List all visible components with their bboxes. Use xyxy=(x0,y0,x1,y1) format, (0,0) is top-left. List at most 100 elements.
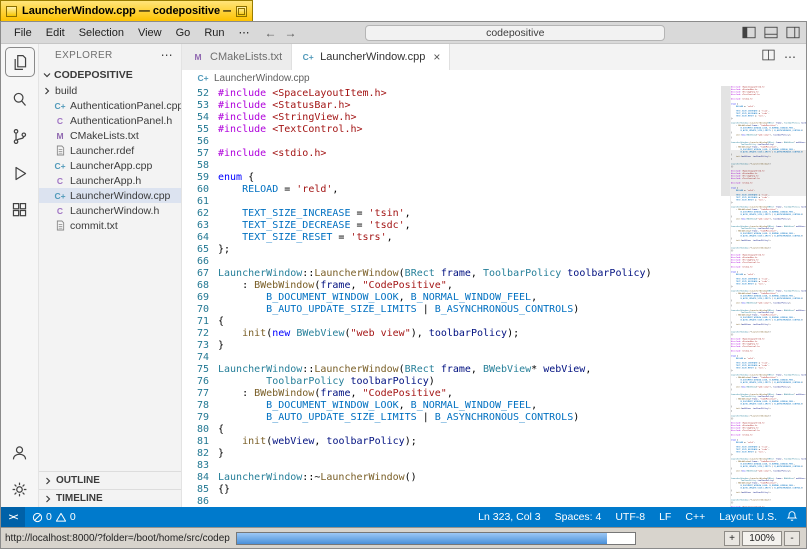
close-tab-icon[interactable]: × xyxy=(433,50,440,64)
file-tree: build C+ AuthenticationPanel.cpp C Authentic… xyxy=(39,83,181,471)
status-item[interactable]: Ln 323, Col 3 xyxy=(478,511,540,523)
status-item[interactable]: C++ xyxy=(685,511,705,523)
tree-item-launcherapp-h[interactable]: C LauncherApp.h xyxy=(39,173,181,188)
zoom-window-icon[interactable] xyxy=(236,5,247,17)
warning-icon xyxy=(55,512,66,522)
cpp-file-icon: C+ xyxy=(197,73,209,83)
status-bar: >< 0 0 Ln 323, Col 3 Spaces: 4 UTF-8 LF C++ L… xyxy=(1,507,806,527)
tree-item-launcherwindow-h[interactable]: C LauncherWindow.h xyxy=(39,203,181,218)
tree-item-launcherwindow-cpp[interactable]: C+ LauncherWindow.cpp xyxy=(39,188,181,203)
menu-[interactable]: ⋯ xyxy=(232,25,257,41)
toggle-secondary-sidebar-icon[interactable] xyxy=(786,26,800,39)
code-line: #include <StatusBar.h> xyxy=(218,100,351,111)
tree-item-label: CMakeLists.txt xyxy=(70,129,139,142)
breadcrumb[interactable]: C+ LauncherWindow.cpp xyxy=(182,70,806,86)
menu-edit[interactable]: Edit xyxy=(39,25,72,41)
editor-more-actions-icon[interactable]: ⋯ xyxy=(784,50,796,64)
nav-back-icon[interactable]: ← xyxy=(265,26,277,40)
tree-item-authenticationpanel-h[interactable]: C AuthenticationPanel.h xyxy=(39,113,181,128)
status-item[interactable]: Layout: U.S. xyxy=(719,511,777,523)
code-line: } xyxy=(218,340,225,351)
zoom-out-button[interactable]: - xyxy=(784,530,800,546)
editor-tab-bar: M CMakeLists.txt C+ LauncherWindow.cpp ×… xyxy=(182,44,806,70)
tree-item-launcher-rdef[interactable]: Launcher.rdef xyxy=(39,143,181,158)
text-file-icon xyxy=(53,145,67,156)
status-item[interactable]: Spaces: 4 xyxy=(555,511,602,523)
tab-cmakelists[interactable]: M CMakeLists.txt xyxy=(182,44,293,70)
explorer-more-actions-icon[interactable]: ⋯ xyxy=(161,48,173,62)
code-line: #include <stdio.h> xyxy=(218,148,327,159)
source-control-icon[interactable] xyxy=(6,122,34,150)
line-number: 83 xyxy=(196,460,209,471)
split-editor-icon[interactable] xyxy=(762,48,775,66)
browser-status-text: http://localhost:8000/?folder=/boot/home… xyxy=(5,532,230,544)
line-number: 54 xyxy=(196,112,209,123)
cmake-file-icon: M xyxy=(194,52,202,62)
tree-item-label: LauncherApp.h xyxy=(70,174,142,187)
vscodium-window: LauncherWindow.cpp — codepositive — VSCo… xyxy=(0,0,807,549)
line-number: 52 xyxy=(196,88,209,99)
explorer-sidebar: EXPLORER ⋯ CODEPOSITIVE build C+ Authentic… xyxy=(39,44,182,507)
account-icon[interactable] xyxy=(6,438,34,466)
tab-label: CMakeLists.txt xyxy=(210,51,283,63)
tree-folder-build[interactable]: build xyxy=(39,83,181,98)
close-window-icon[interactable] xyxy=(6,5,17,17)
line-number: 61 xyxy=(196,196,209,207)
notifications-bell-icon[interactable] xyxy=(786,510,806,525)
nav-forward-icon[interactable]: → xyxy=(285,26,297,40)
workspace-root-folder[interactable]: CODEPOSITIVE xyxy=(39,66,181,83)
code-line: }; xyxy=(218,244,231,255)
search-icon[interactable] xyxy=(6,85,34,113)
toggle-sidebar-icon[interactable] xyxy=(742,26,756,39)
editor-gutter: 52 53 54 55 56 57 58 59 60 61 62 63 64 65 66 67 68 69 70 71… xyxy=(182,86,218,507)
line-number: 58 xyxy=(196,160,209,171)
menu-view[interactable]: View xyxy=(131,25,169,41)
tree-item-commit-txt[interactable]: commit.txt xyxy=(39,218,181,233)
tree-item-launcherapp-cpp[interactable]: C+ LauncherApp.cpp xyxy=(39,158,181,173)
status-item[interactable]: UTF-8 xyxy=(615,511,645,523)
line-number: 60 xyxy=(196,184,209,195)
tree-item-label: commit.txt xyxy=(70,219,118,232)
settings-gear-icon[interactable] xyxy=(6,475,34,503)
outline-section[interactable]: OUTLINE xyxy=(39,471,181,489)
timeline-section[interactable]: TIMELINE xyxy=(39,489,181,507)
zoom-level: 100% xyxy=(742,530,782,546)
line-number: 86 xyxy=(196,496,209,507)
toggle-panel-icon[interactable] xyxy=(764,26,778,39)
menu-file[interactable]: File xyxy=(7,25,39,41)
command-center[interactable]: codepositive xyxy=(365,24,666,41)
explorer-icon[interactable] xyxy=(4,47,35,77)
tab-launcherwindow[interactable]: C+ LauncherWindow.cpp × xyxy=(292,44,451,70)
line-number: 69 xyxy=(196,292,209,303)
menu-run[interactable]: Run xyxy=(197,25,231,41)
extensions-icon[interactable] xyxy=(6,196,34,224)
code-line: { xyxy=(218,316,225,327)
line-number: 70 xyxy=(196,304,209,315)
window-title: LauncherWindow.cpp — codepositive — VSCo… xyxy=(22,5,231,17)
status-item[interactable]: LF xyxy=(659,511,671,523)
menu-selection[interactable]: Selection xyxy=(72,25,131,41)
haiku-titlebar: LauncherWindow.cpp — codepositive — VSCo… xyxy=(0,0,807,21)
code-editor[interactable]: 52 53 54 55 56 57 58 59 60 61 62 63 64 65 66 67 68 69 70 71… xyxy=(182,86,806,507)
zoom-in-button[interactable]: + xyxy=(724,530,740,546)
line-number: 65 xyxy=(196,244,209,255)
line-number: 53 xyxy=(196,100,209,111)
window-title-tab[interactable]: LauncherWindow.cpp — codepositive — VSCo… xyxy=(0,0,253,21)
run-debug-icon[interactable] xyxy=(6,159,34,187)
remote-indicator-icon[interactable]: >< xyxy=(1,507,25,527)
menu-go[interactable]: Go xyxy=(169,25,198,41)
tree-item-authenticationpanel-cpp[interactable]: C+ AuthenticationPanel.cpp xyxy=(39,98,181,113)
tab-label: LauncherWindow.cpp xyxy=(320,51,426,63)
editor-scrollbar[interactable] xyxy=(721,86,730,196)
explorer-header: EXPLORER xyxy=(55,49,113,61)
minimap-slider[interactable] xyxy=(731,150,806,196)
code-line: TEXT_SIZE_INCREASE = 'tsin', xyxy=(242,208,411,219)
line-number: 62 xyxy=(196,208,209,219)
h-file-icon: C xyxy=(56,205,64,216)
problems-status[interactable]: 0 0 xyxy=(25,511,83,523)
cpp-file-icon: C+ xyxy=(54,190,66,201)
tree-item-cmakelists-txt[interactable]: M CMakeLists.txt xyxy=(39,128,181,143)
minimap[interactable]: #include <SpaceLayoutItem.h> #include <St… xyxy=(730,86,806,507)
